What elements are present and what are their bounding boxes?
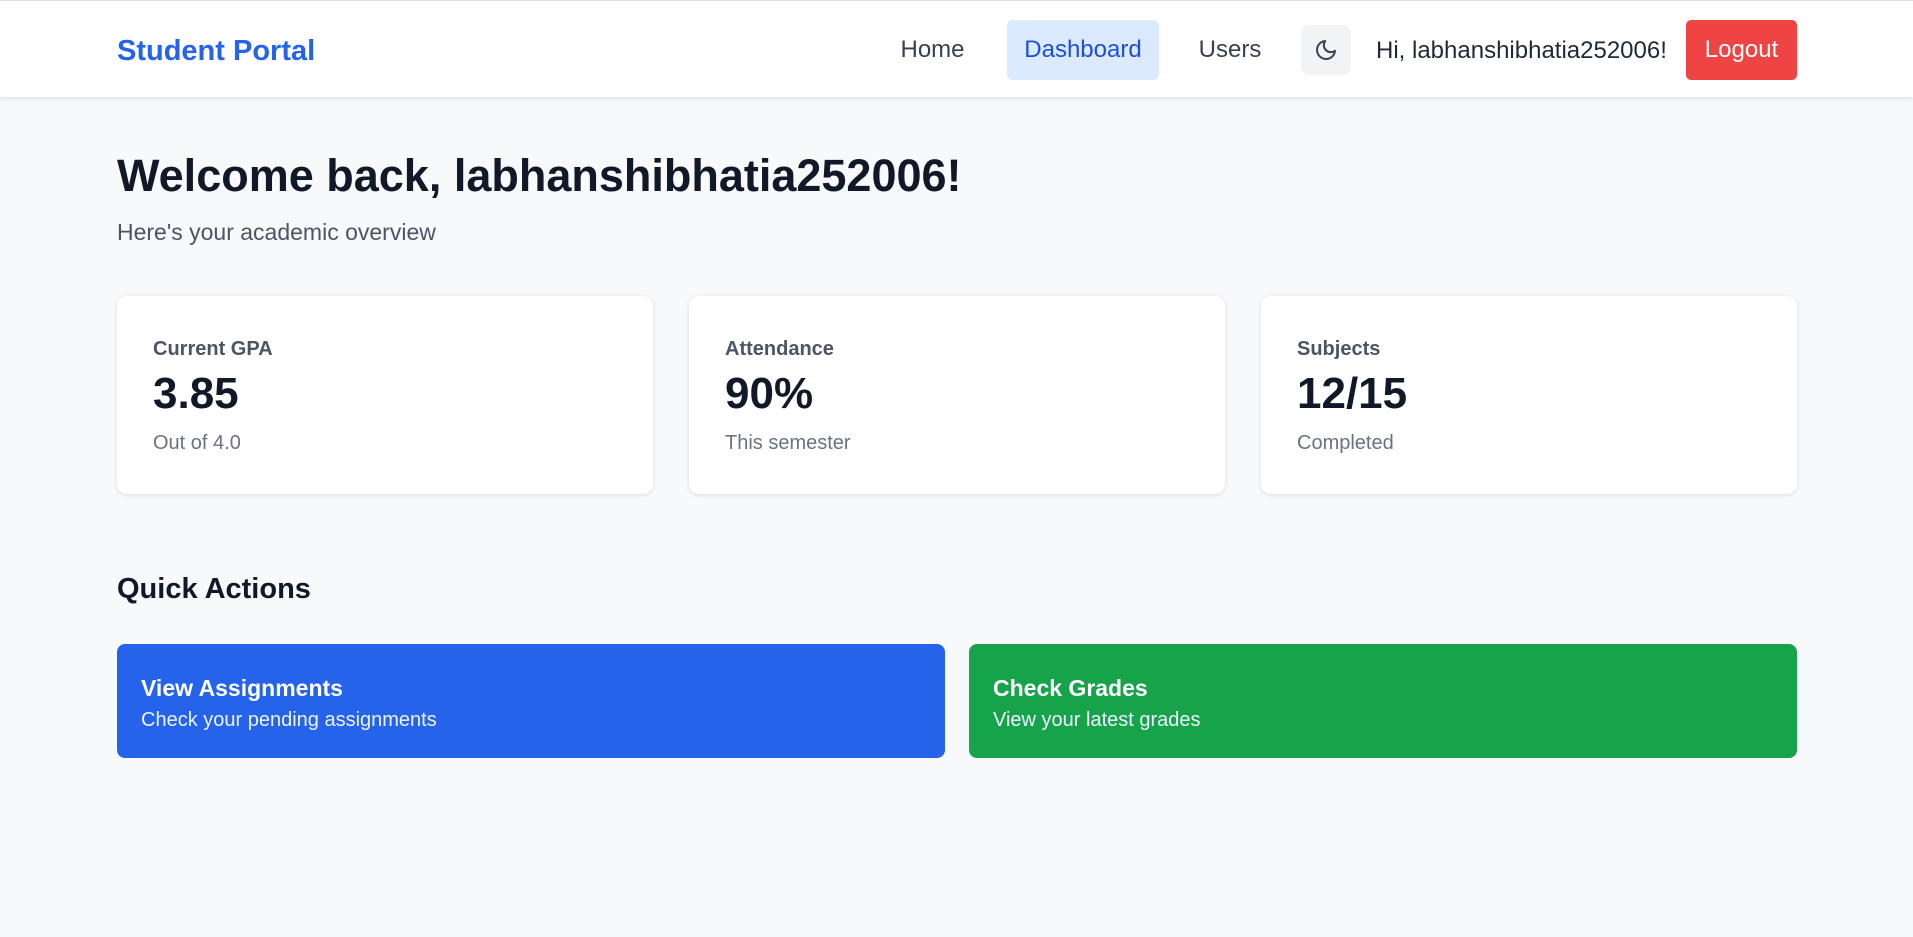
action-title: Check Grades [993, 675, 1148, 701]
stat-value: 3.85 [153, 369, 239, 418]
stat-label: Attendance [725, 338, 834, 360]
stat-card-attendance: Attendance 90% This semester [689, 296, 1225, 494]
view-assignments-card[interactable]: View Assignments Check your pending assi… [117, 644, 945, 758]
top-navbar: Student Portal Home Dashboard Users Hi, … [0, 0, 1913, 97]
theme-toggle-button[interactable] [1301, 25, 1351, 75]
stat-card-subjects: Subjects 12/15 Completed [1261, 296, 1797, 494]
welcome-subtitle: Here's your academic overview [117, 219, 436, 245]
stat-note: Out of 4.0 [153, 432, 241, 454]
stat-label: Current GPA [153, 338, 273, 360]
quick-actions-heading: Quick Actions [117, 573, 311, 605]
moon-icon [1316, 40, 1336, 60]
brand-logo-text[interactable]: Student Portal [117, 34, 315, 68]
nav-link-users[interactable]: Users [1180, 20, 1280, 80]
logout-button[interactable]: Logout [1686, 20, 1797, 80]
action-description: View your latest grades [993, 709, 1201, 731]
nav-link-home[interactable]: Home [880, 20, 985, 80]
user-greeting: Hi, labhanshibhatia252006! [1376, 37, 1667, 64]
stat-note: This semester [725, 432, 851, 454]
stat-note: Completed [1297, 432, 1394, 454]
check-grades-card[interactable]: Check Grades View your latest grades [969, 644, 1797, 758]
stat-value: 90% [725, 369, 814, 418]
stat-card-gpa: Current GPA 3.85 Out of 4.0 [117, 296, 653, 494]
welcome-heading: Welcome back, labhanshibhatia252006! [117, 150, 962, 201]
stat-value: 12/15 [1297, 369, 1408, 418]
stat-label: Subjects [1297, 338, 1381, 360]
nav-link-dashboard[interactable]: Dashboard [1007, 20, 1159, 80]
action-description: Check your pending assignments [141, 709, 437, 731]
action-title: View Assignments [141, 675, 343, 701]
